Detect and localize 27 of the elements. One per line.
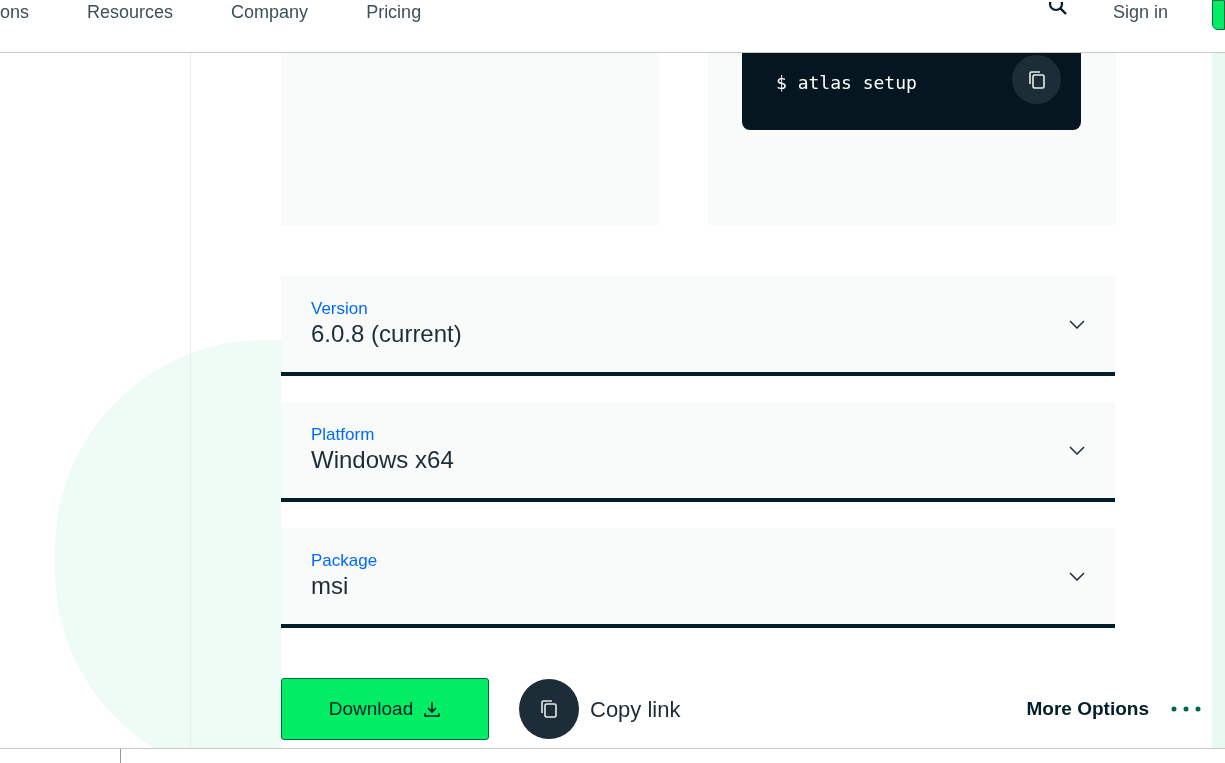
chevron-down-icon xyxy=(1069,445,1085,455)
select-field[interactable]: Version 6.0.8 (current) xyxy=(281,276,1115,376)
sign-in-link[interactable]: Sign in xyxy=(1112,2,1168,22)
nav-link[interactable]: Company xyxy=(231,2,309,22)
download-icon xyxy=(423,700,442,718)
field-label: Version xyxy=(311,299,369,319)
header-button[interactable] xyxy=(1212,0,1225,30)
chevron-down-icon xyxy=(1069,319,1085,329)
more-options-link[interactable]: More Options xyxy=(1026,694,1201,724)
nav-link[interactable]: ons xyxy=(0,2,30,22)
copy-link-icon xyxy=(519,679,579,739)
download-button[interactable]: Download xyxy=(281,678,489,740)
nav-link[interactable]: Pricing xyxy=(366,2,422,22)
nav-link[interactable]: Resources xyxy=(87,2,174,22)
copy-button[interactable] xyxy=(1012,55,1061,104)
field-value: 6.0.8 (current) xyxy=(311,319,462,349)
command-text: $ atlas setup xyxy=(776,71,917,95)
field-label: Platform xyxy=(311,425,376,445)
field-value: msi xyxy=(311,571,350,601)
copy-link-button[interactable]: Copy link xyxy=(519,679,681,739)
chevron-down-icon xyxy=(1069,571,1085,581)
select-field[interactable]: Package msi xyxy=(281,528,1115,628)
dots-icon xyxy=(1171,706,1201,712)
field-label: Package xyxy=(311,551,378,571)
select-field[interactable]: Platform Windows x64 xyxy=(281,402,1115,502)
field-value: Windows x64 xyxy=(311,445,454,475)
copy-icon xyxy=(1027,69,1046,90)
